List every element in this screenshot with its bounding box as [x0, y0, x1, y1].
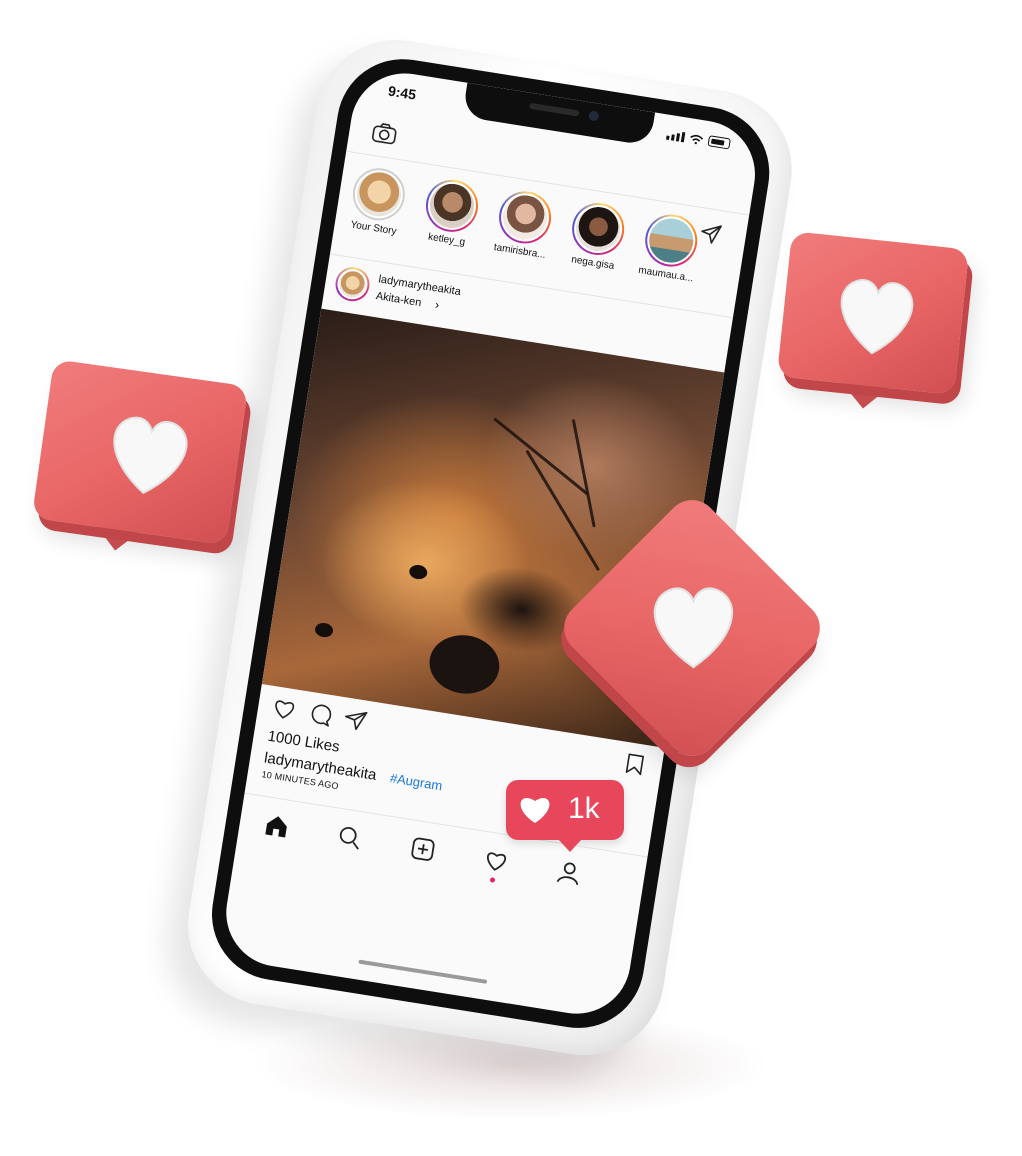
post-actions: [271, 696, 369, 733]
story-label: maumau.a...: [637, 264, 695, 285]
status-icons: [665, 129, 731, 150]
avatar: [570, 201, 626, 257]
story-item[interactable]: ketley_g: [415, 175, 487, 250]
story-ring: [422, 176, 482, 236]
chevron-right-icon: ›: [434, 297, 441, 312]
dog-eye: [408, 563, 429, 581]
dog-eye: [314, 621, 335, 639]
stories-tray: Your Story ketley_g tamirisbra... nega.g…: [342, 164, 706, 285]
story-item[interactable]: Your Story: [342, 164, 414, 239]
speaker: [529, 102, 580, 117]
avatar: [424, 178, 480, 234]
home-icon[interactable]: [262, 811, 292, 841]
avatar: [351, 166, 407, 222]
comment-icon[interactable]: [306, 702, 333, 727]
post-avatar[interactable]: [333, 264, 372, 304]
heart-bubble: [31, 359, 249, 551]
battery-icon: [707, 135, 731, 150]
heart-icon: [653, 587, 734, 669]
heart-icon[interactable]: [481, 846, 511, 876]
bookmark-icon[interactable]: [624, 752, 645, 777]
story-ring: [495, 187, 555, 248]
story-label: nega.gisa: [570, 254, 616, 272]
front-camera: [588, 110, 600, 122]
avatar: [643, 213, 699, 269]
story-label: ketley_g: [427, 231, 466, 249]
story-item[interactable]: tamirisbra...: [488, 187, 560, 262]
user-icon[interactable]: [554, 858, 584, 888]
story-label: tamirisbra...: [493, 241, 547, 262]
search-icon[interactable]: [335, 823, 365, 853]
paper-plane-icon[interactable]: [342, 707, 369, 732]
like-notification: 1k: [506, 780, 624, 852]
story-ring: [641, 210, 701, 271]
story-label: Your Story: [349, 219, 398, 238]
avatar: [335, 267, 370, 302]
home-indicator: [358, 959, 488, 984]
wifi-icon: [690, 134, 704, 145]
story-ring: [568, 199, 628, 259]
camera-icon[interactable]: [370, 120, 399, 146]
story-ring: [349, 164, 409, 225]
hashtag[interactable]: #Augram: [389, 770, 443, 793]
post-caption: ladymarytheakita #Augram: [263, 749, 444, 794]
add-icon[interactable]: [408, 834, 438, 864]
status-time: 9:45: [386, 82, 418, 103]
post-header: ladymarytheakita Akita-ken ›: [333, 264, 462, 318]
dog-nose: [425, 630, 504, 699]
story-item[interactable]: maumau.a...: [634, 210, 706, 285]
hair-strand: [571, 418, 596, 528]
heart-icon[interactable]: [271, 696, 298, 721]
activity-dot: [489, 877, 496, 883]
signal-icon: [665, 130, 686, 143]
post-location[interactable]: Akita-ken: [375, 290, 422, 309]
heart-icon: [840, 279, 914, 355]
heart-bubble: [776, 231, 970, 409]
avatar: [497, 189, 553, 245]
heart-icon: [113, 416, 188, 495]
story-item[interactable]: nega.gisa: [561, 198, 633, 273]
notification-count: 1k: [568, 792, 600, 825]
heart-icon: [520, 798, 550, 823]
